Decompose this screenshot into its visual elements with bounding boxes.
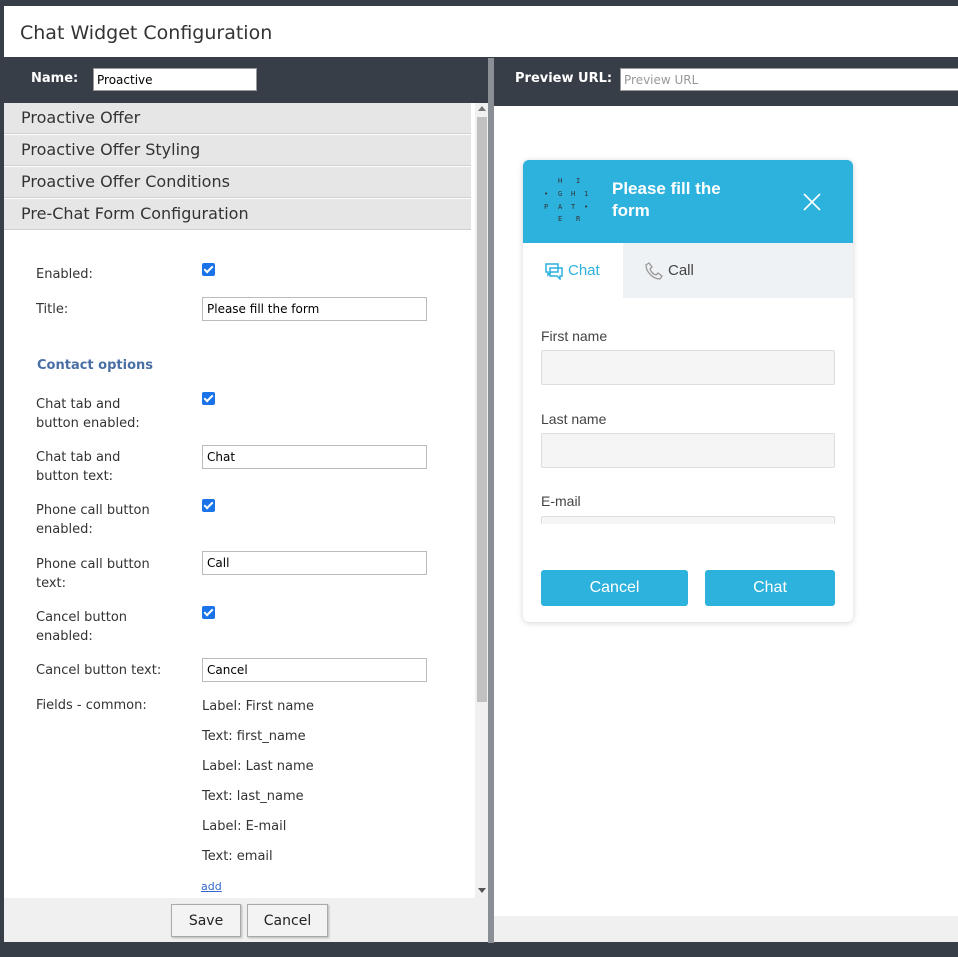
title-input[interactable] — [202, 297, 427, 321]
field-entry: Text: first_name — [202, 729, 306, 744]
config-panel: Proactive Offer Proactive Offer Styling … — [4, 103, 488, 898]
scroll-down-arrow-icon[interactable] — [478, 888, 486, 893]
enabled-checkbox[interactable] — [202, 263, 215, 276]
email-label: E-mail — [541, 493, 581, 509]
enabled-label: Enabled: — [36, 267, 93, 282]
field-entry: Text: last_name — [202, 789, 304, 804]
first-name-field[interactable] — [541, 350, 835, 385]
scroll-up-arrow-icon[interactable] — [478, 106, 486, 111]
svg-text:A: A — [558, 203, 566, 211]
contact-options-heading: Contact options — [37, 358, 153, 373]
last-name-label: Last name — [541, 411, 607, 427]
preview-url-input[interactable] — [620, 68, 958, 91]
phone-icon — [645, 261, 663, 280]
section-prechat-form-configuration[interactable]: Pre-Chat Form Configuration — [4, 199, 471, 230]
cancel-text-label: Cancel button text: — [36, 663, 162, 678]
svg-text:H: H — [558, 177, 566, 185]
title-label: Title: — [36, 302, 69, 317]
close-icon[interactable] — [800, 190, 824, 214]
cancel-enabled-checkbox[interactable] — [202, 606, 215, 619]
chat-tab-text-input[interactable] — [202, 445, 427, 469]
section-label: Pre-Chat Form Configuration — [21, 204, 249, 223]
phone-enabled-checkbox[interactable] — [202, 499, 215, 512]
logo-icon: HI •GH1 PAT• ER — [544, 177, 591, 223]
vertical-scrollbar[interactable] — [475, 103, 488, 898]
svg-text:1: 1 — [584, 190, 591, 198]
svg-text:•: • — [544, 190, 552, 198]
cancel-text-input[interactable] — [202, 658, 427, 682]
preview-area: HI •GH1 PAT• ER Please fill the form Cha… — [494, 106, 958, 916]
tab-chat-label: Chat — [568, 262, 600, 279]
field-entry: Label: Last name — [202, 759, 314, 774]
first-name-label: First name — [541, 328, 608, 344]
svg-text:H: H — [571, 190, 579, 198]
field-entry: Label: E-mail — [202, 819, 287, 834]
name-bar: Name: — [4, 58, 488, 102]
widget-cancel-button[interactable]: Cancel — [541, 570, 688, 606]
svg-text:T: T — [571, 203, 579, 211]
widget-header: HI •GH1 PAT• ER Please fill the form — [523, 160, 853, 243]
name-input[interactable] — [93, 68, 257, 91]
add-field-link[interactable]: add — [201, 880, 222, 893]
highpater-logo: HI •GH1 PAT• ER — [541, 175, 591, 225]
field-entry: Text: email — [202, 849, 273, 864]
tab-call[interactable]: Call — [623, 243, 743, 298]
preview-url-bar: Preview URL: — [494, 58, 958, 102]
chat-widget-preview: HI •GH1 PAT• ER Please fill the form Cha… — [523, 160, 853, 622]
phone-text-input[interactable] — [202, 551, 427, 575]
svg-text:P: P — [544, 203, 552, 211]
widget-tabs: Chat Call — [523, 243, 853, 298]
phone-enabled-label: Phone call button enabled: — [36, 503, 150, 537]
section-label: Proactive Offer — [21, 108, 141, 127]
chat-tab-enabled-label: Chat tab and button enabled: — [36, 397, 140, 431]
fields-common-label: Fields - common: — [36, 698, 147, 713]
scroll-thumb[interactable] — [477, 117, 487, 702]
tab-call-label: Call — [668, 262, 694, 279]
footer-bar: Save Cancel — [4, 898, 488, 942]
section-proactive-offer-styling[interactable]: Proactive Offer Styling — [4, 135, 471, 166]
email-field[interactable] — [541, 516, 835, 524]
preview-url-label: Preview URL: — [515, 71, 613, 86]
widget-title: Please fill the form — [612, 179, 721, 220]
svg-text:G: G — [558, 190, 566, 198]
phone-text-label: Phone call button text: — [36, 557, 150, 591]
chat-tab-enabled-checkbox[interactable] — [202, 392, 215, 405]
chat-bubble-icon — [545, 262, 563, 280]
field-entry: Label: First name — [202, 699, 314, 714]
section-label: Proactive Offer Styling — [21, 140, 201, 159]
cancel-button[interactable]: Cancel — [247, 904, 328, 937]
page-title: Chat Widget Configuration — [20, 22, 273, 44]
section-proactive-offer[interactable]: Proactive Offer — [4, 103, 471, 134]
svg-text:I: I — [576, 177, 584, 185]
chat-tab-text-label: Chat tab and button text: — [36, 450, 121, 484]
name-label: Name: — [31, 71, 79, 86]
cancel-enabled-label: Cancel button enabled: — [36, 610, 128, 644]
tab-chat[interactable]: Chat — [523, 243, 623, 298]
section-label: Proactive Offer Conditions — [21, 172, 230, 191]
title-bar: Chat Widget Configuration — [4, 6, 958, 57]
section-proactive-offer-conditions[interactable]: Proactive Offer Conditions — [4, 167, 471, 198]
save-button[interactable]: Save — [171, 904, 241, 937]
last-name-field[interactable] — [541, 433, 835, 468]
preview-bottom-strip — [494, 916, 958, 942]
widget-chat-button[interactable]: Chat — [705, 570, 835, 606]
svg-text:E: E — [558, 215, 566, 223]
svg-text:R: R — [576, 215, 584, 223]
svg-text:•: • — [584, 203, 591, 211]
